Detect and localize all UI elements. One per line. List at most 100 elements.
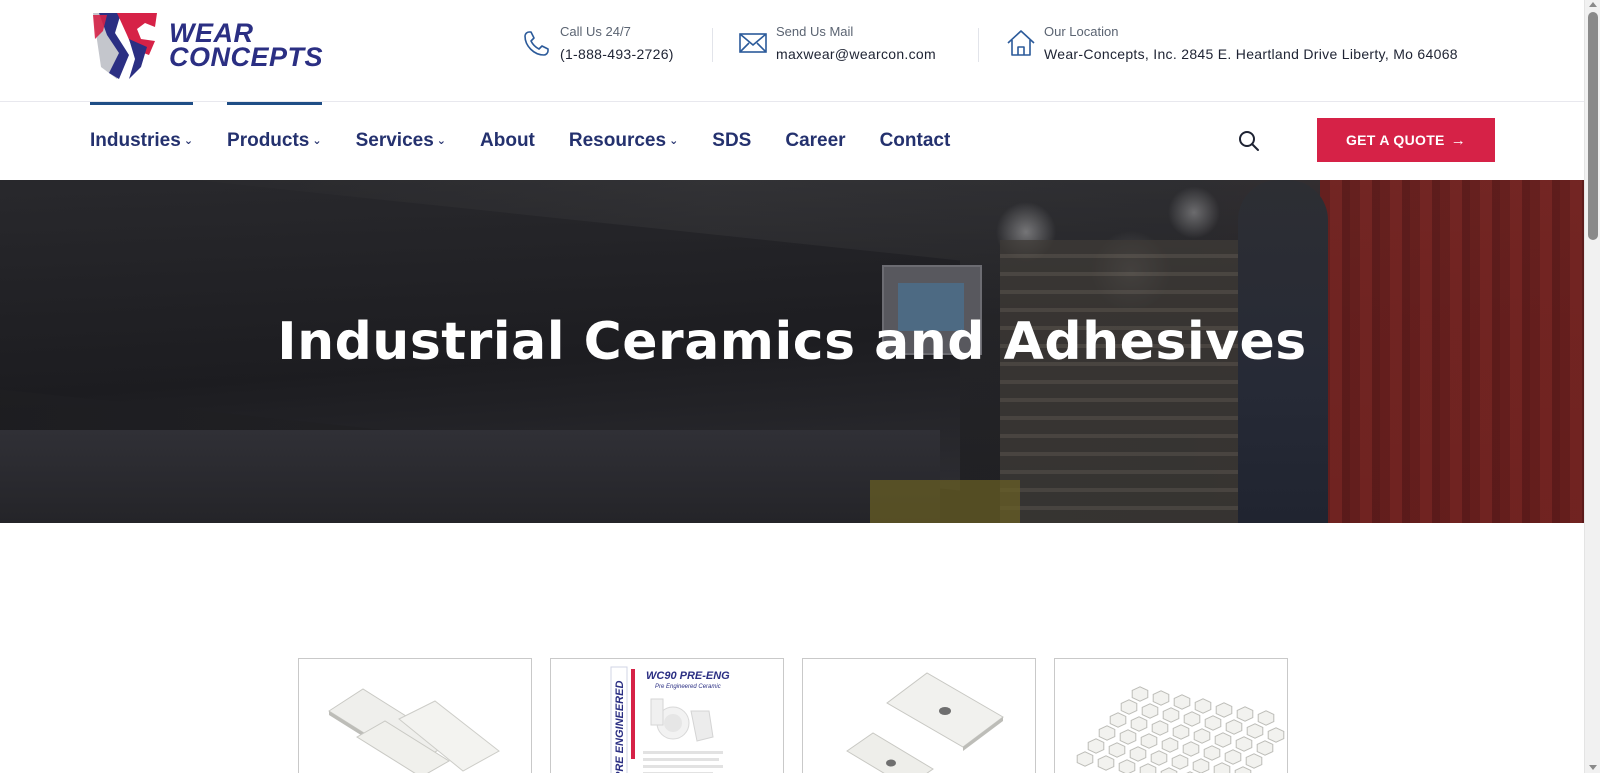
mail-icon <box>739 33 767 53</box>
weldable-ceramic-image <box>846 672 1004 773</box>
location-address: Wear-Concepts, Inc. 2845 E. Heartland Dr… <box>1044 46 1458 62</box>
hex-tile <box>1162 707 1180 723</box>
hero-banner: Industrial Ceramics and Adhesives <box>0 180 1584 523</box>
search-icon <box>1239 131 1259 151</box>
nav-item-contact[interactable]: Contact <box>880 102 951 180</box>
mail-address[interactable]: maxwear@wearcon.com <box>776 42 936 66</box>
top-header: WEAR CONCEPTS Call Us 24/7 (1-888-493-27… <box>0 0 1584 102</box>
logo-wordmark: WEAR CONCEPTS <box>169 20 324 72</box>
hex-tile <box>1152 690 1170 706</box>
nav-item-sds[interactable]: SDS <box>712 102 751 180</box>
hex-tile <box>1097 755 1115 771</box>
contact-mail[interactable]: Send Us Mail maxwear@wearcon.com <box>736 22 936 72</box>
mail-label: Send Us Mail <box>776 24 854 39</box>
hex-tile <box>1235 736 1253 752</box>
product-card-ceramic-plates[interactable] <box>298 658 532 773</box>
hex-tile <box>1183 711 1201 727</box>
nav-item-services[interactable]: Services ⌄ <box>356 102 446 180</box>
hex-tile <box>1203 745 1221 761</box>
hex-tile <box>1267 727 1285 743</box>
contact-phone[interactable]: Call Us 24/7 (1-888-493-2726) <box>520 22 674 72</box>
hex-tile <box>1257 710 1275 726</box>
nav-label: SDS <box>712 130 752 151</box>
hex-tile <box>1151 720 1169 736</box>
scroll-up-icon[interactable] <box>1589 2 1597 7</box>
hex-tile <box>1193 728 1211 744</box>
home-icon <box>1007 30 1035 56</box>
contact-divider <box>978 28 979 62</box>
hex-tile <box>1192 758 1210 773</box>
arrow-right-icon: → <box>1450 131 1467 149</box>
product-card-wc90-pre-eng[interactable]: PRE ENGINEERED WC90 PRE-ENG Pre Engineer… <box>550 658 784 773</box>
hex-tile <box>1130 716 1148 732</box>
hex-tile <box>1204 715 1222 731</box>
hex-tile <box>1182 741 1200 757</box>
hex-tile <box>1150 750 1168 766</box>
nav-item-resources[interactable]: Resources ⌄ <box>569 102 678 180</box>
hex-tile <box>1224 749 1242 765</box>
hero-bg-girder <box>0 430 940 523</box>
contact-divider <box>712 28 713 62</box>
wc90-brochure-image: PRE ENGINEERED WC90 PRE-ENG Pre Engineer… <box>610 666 731 773</box>
page-scrollbar[interactable] <box>1584 0 1600 773</box>
location-label: Our Location <box>1044 24 1119 39</box>
page-title: Industrial Ceramics and Adhesives <box>277 312 1307 372</box>
shield-logo-icon <box>93 13 157 79</box>
scrollbar-thumb[interactable] <box>1588 12 1598 240</box>
nav-item-career[interactable]: Career <box>785 102 845 180</box>
nav-label: Career <box>785 130 846 151</box>
brochure-title: WC90 PRE-ENG <box>646 670 730 682</box>
phone-icon <box>524 31 549 56</box>
nav-item-products[interactable]: Products ⌄ <box>227 102 322 180</box>
hex-tile <box>1120 699 1138 715</box>
product-card-hex-ceramic-mat[interactable] <box>1054 658 1288 773</box>
hex-tile <box>1098 725 1116 741</box>
chevron-down-icon: ⌄ <box>312 134 322 147</box>
hex-tile <box>1236 706 1254 722</box>
phone-label: Call Us 24/7 <box>560 24 631 39</box>
hex-tile <box>1129 746 1147 762</box>
nav-label: Contact <box>879 130 951 151</box>
phone-number[interactable]: (1-888-493-2726) <box>560 42 674 66</box>
hex-tile <box>1109 712 1127 728</box>
chevron-down-icon: ⌄ <box>436 134 447 147</box>
product-cards: PRE ENGINEERED WC90 PRE-ENG Pre Engineer… <box>298 658 1288 773</box>
main-nav-menu: Industries ⌄ Products ⌄ Services ⌄ About Re… <box>90 102 984 180</box>
ceramic-plates-image <box>328 688 500 773</box>
get-a-quote-button[interactable]: GET A QUOTE → <box>1317 118 1495 162</box>
hex-tile <box>1215 702 1233 718</box>
hex-tile <box>1213 762 1231 773</box>
brochure-subtitle: Pre Engineered Ceramic <box>655 684 721 690</box>
search-button[interactable] <box>1236 128 1262 154</box>
hex-tile <box>1194 698 1212 714</box>
nav-label: Products <box>227 130 310 151</box>
hex-tile <box>1225 719 1243 735</box>
scroll-down-icon[interactable] <box>1589 765 1597 770</box>
hero-bg-machine <box>870 480 1020 523</box>
hex-tile <box>1246 723 1264 739</box>
hex-tile <box>1076 751 1094 767</box>
hex-tile <box>1172 724 1190 740</box>
hex-tile <box>1173 694 1191 710</box>
nav-label: Services <box>355 130 434 151</box>
hex-tile <box>1256 740 1274 756</box>
brochure-side-text: PRE ENGINEERED <box>614 681 626 773</box>
hex-tile <box>1161 737 1179 753</box>
hex-tile <box>1139 763 1157 773</box>
nav-label: Resources <box>568 130 667 151</box>
wear-concepts-logo[interactable]: WEAR CONCEPTS <box>89 9 351 81</box>
hex-tile <box>1108 742 1126 758</box>
nav-item-about[interactable]: About <box>480 102 535 180</box>
hex-tile <box>1171 754 1189 770</box>
hex-ceramic-mat-image <box>1076 686 1285 773</box>
hex-tile <box>1087 738 1105 754</box>
hex-tile <box>1160 767 1178 773</box>
logo-line-2: CONCEPTS <box>169 42 324 72</box>
nav-label: Industries <box>90 130 181 151</box>
nav-item-industries[interactable]: Industries ⌄ <box>90 102 194 180</box>
chevron-down-icon: ⌄ <box>669 134 679 147</box>
contact-location[interactable]: Our Location Wear-Concepts, Inc. 2845 E.… <box>1004 22 1458 72</box>
product-card-weldable-ceramic[interactable] <box>802 658 1036 773</box>
hex-tile <box>1140 733 1158 749</box>
main-navbar: Industries ⌄ Products ⌄ Services ⌄ About Re… <box>0 102 1584 180</box>
